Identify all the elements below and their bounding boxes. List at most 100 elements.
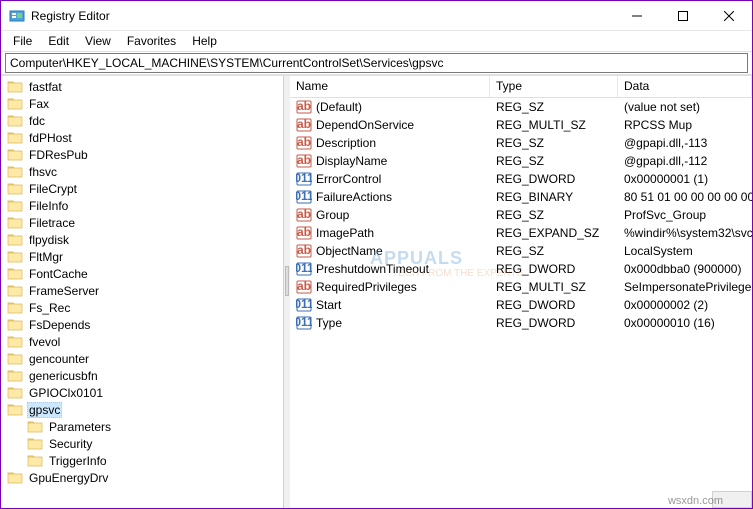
folder-icon bbox=[7, 250, 23, 264]
titlebar[interactable]: Registry Editor bbox=[1, 1, 752, 31]
value-row[interactable]: abGroupREG_SZProfSvc_Group bbox=[290, 206, 752, 224]
tree-item-label: FrameServer bbox=[27, 284, 101, 298]
tree-panel[interactable]: fastfatFax fdcfdPHostFDResPubfhsvcFileCry… bbox=[1, 76, 284, 508]
value-type: REG_EXPAND_SZ bbox=[490, 226, 618, 240]
tree-item-fontcache[interactable]: FontCache bbox=[5, 265, 283, 282]
folder-icon bbox=[7, 148, 23, 162]
menu-edit[interactable]: Edit bbox=[40, 32, 77, 50]
tree-item-triggerinfo[interactable]: TriggerInfo bbox=[25, 452, 283, 469]
tree-item-fsdepends[interactable]: FsDepends bbox=[5, 316, 283, 333]
folder-icon bbox=[7, 386, 23, 400]
tree-item-fdc[interactable]: fdc bbox=[5, 112, 283, 129]
folder-icon bbox=[7, 182, 23, 196]
tree-item-filecrypt[interactable]: FileCrypt bbox=[5, 180, 283, 197]
folder-icon bbox=[7, 403, 23, 417]
value-row[interactable]: 011FailureActionsREG_BINARY80 51 01 00 0… bbox=[290, 188, 752, 206]
tree-item-fax[interactable]: Fax bbox=[5, 95, 283, 112]
value-name: ObjectName bbox=[316, 244, 383, 258]
tree-item-fdrespub[interactable]: FDResPub bbox=[5, 146, 283, 163]
maximize-button[interactable] bbox=[660, 1, 706, 31]
minimize-button[interactable] bbox=[614, 1, 660, 31]
tree-item-fhsvc[interactable]: fhsvc bbox=[5, 163, 283, 180]
splitter-grip[interactable] bbox=[285, 266, 289, 296]
value-row[interactable]: abRequiredPrivilegesREG_MULTI_SZSeImpers… bbox=[290, 278, 752, 296]
value-type: REG_BINARY bbox=[490, 190, 618, 204]
binary-value-icon: 011 bbox=[296, 315, 312, 331]
string-value-icon: ab bbox=[296, 279, 312, 295]
value-type: REG_MULTI_SZ bbox=[490, 118, 618, 132]
menu-help[interactable]: Help bbox=[184, 32, 225, 50]
tree-item-fltmgr[interactable]: FltMgr bbox=[5, 248, 283, 265]
close-button[interactable] bbox=[706, 1, 752, 31]
tree-item-fs_rec[interactable]: Fs_Rec bbox=[5, 299, 283, 316]
tree-item-fvevol[interactable]: fvevol bbox=[5, 333, 283, 350]
binary-value-icon: 011 bbox=[296, 189, 312, 205]
tree-item-label: GPIOClx0101 bbox=[27, 386, 105, 400]
value-data: 0x00000001 (1) bbox=[618, 172, 752, 186]
value-row[interactable]: abObjectNameREG_SZLocalSystem bbox=[290, 242, 752, 260]
value-row[interactable]: abDependOnServiceREG_MULTI_SZRPCSS Mup bbox=[290, 116, 752, 134]
value-row[interactable]: 011PreshutdownTimeoutREG_DWORD0x000dbba0… bbox=[290, 260, 752, 278]
tree-item-label: Security bbox=[47, 437, 94, 451]
svg-text:ab: ab bbox=[297, 135, 311, 149]
tree-item-label: FontCache bbox=[27, 267, 90, 281]
value-row[interactable]: 011TypeREG_DWORD0x00000010 (16) bbox=[290, 314, 752, 332]
value-row[interactable]: 011StartREG_DWORD0x00000002 (2) bbox=[290, 296, 752, 314]
string-value-icon: ab bbox=[296, 243, 312, 259]
value-row[interactable]: abDisplayNameREG_SZ@gpapi.dll,-112 bbox=[290, 152, 752, 170]
value-row[interactable]: ab(Default)REG_SZ(value not set) bbox=[290, 98, 752, 116]
tree-item-fastfat[interactable]: fastfat bbox=[5, 78, 283, 95]
tree-item-flpydisk[interactable]: flpydisk bbox=[5, 231, 283, 248]
column-type[interactable]: Type bbox=[490, 76, 618, 97]
tree-item-gencounter[interactable]: gencounter bbox=[5, 350, 283, 367]
window-title: Registry Editor bbox=[31, 9, 614, 23]
menu-view[interactable]: View bbox=[77, 32, 119, 50]
tree-item-parameters[interactable]: Parameters bbox=[25, 418, 283, 435]
list-body[interactable]: ab(Default)REG_SZ(value not set)abDepend… bbox=[290, 98, 752, 508]
tree-item-gpuenergydrv[interactable]: GpuEnergyDrv bbox=[5, 469, 283, 486]
value-name: PreshutdownTimeout bbox=[316, 262, 429, 276]
folder-icon bbox=[7, 301, 23, 315]
tree-item-security[interactable]: Security bbox=[25, 435, 283, 452]
svg-text:011: 011 bbox=[296, 315, 312, 329]
svg-text:ab: ab bbox=[297, 99, 311, 113]
value-name: ErrorControl bbox=[316, 172, 381, 186]
scrollbar-horizontal[interactable] bbox=[712, 491, 752, 508]
value-name: Type bbox=[316, 316, 342, 330]
tree-item-fileinfo[interactable]: FileInfo bbox=[5, 197, 283, 214]
string-value-icon: ab bbox=[296, 225, 312, 241]
tree-item-label: FileInfo bbox=[27, 199, 70, 213]
folder-icon bbox=[7, 352, 23, 366]
value-row[interactable]: abImagePathREG_EXPAND_SZ%windir%\system3… bbox=[290, 224, 752, 242]
value-row[interactable]: abDescriptionREG_SZ@gpapi.dll,-113 bbox=[290, 134, 752, 152]
tree-item-label: TriggerInfo bbox=[47, 454, 109, 468]
menu-favorites[interactable]: Favorites bbox=[119, 32, 184, 50]
folder-icon bbox=[7, 369, 23, 383]
folder-icon bbox=[27, 420, 43, 434]
tree-item-gpsvc[interactable]: gpsvc bbox=[5, 401, 283, 418]
string-value-icon: ab bbox=[296, 153, 312, 169]
tree-item-label: gpsvc bbox=[27, 402, 62, 418]
column-name[interactable]: Name bbox=[290, 76, 490, 97]
svg-text:ab: ab bbox=[297, 279, 311, 293]
value-name: DisplayName bbox=[316, 154, 387, 168]
tree-item-filetrace[interactable]: Filetrace bbox=[5, 214, 283, 231]
column-data[interactable]: Data bbox=[618, 76, 752, 97]
tree-item-label: fdc bbox=[27, 114, 47, 128]
menu-file[interactable]: File bbox=[5, 32, 40, 50]
tree-item-label: GpuEnergyDrv bbox=[27, 471, 110, 485]
regedit-icon bbox=[9, 8, 25, 24]
address-input[interactable] bbox=[5, 53, 748, 73]
list-header: Name Type Data bbox=[290, 76, 752, 98]
string-value-icon: ab bbox=[296, 207, 312, 223]
tree-item-frameserver[interactable]: FrameServer bbox=[5, 282, 283, 299]
tree-item-gpioclx0101[interactable]: GPIOClx0101 bbox=[5, 384, 283, 401]
svg-text:ab: ab bbox=[297, 243, 311, 257]
tree-item-fdphost[interactable]: fdPHost bbox=[5, 129, 283, 146]
value-row[interactable]: 011ErrorControlREG_DWORD0x00000001 (1) bbox=[290, 170, 752, 188]
tree-item-genericusbfn[interactable]: genericusbfn bbox=[5, 367, 283, 384]
folder-icon bbox=[7, 165, 23, 179]
svg-text:ab: ab bbox=[297, 117, 311, 131]
value-data: LocalSystem bbox=[618, 244, 752, 258]
tree-item-label: fvevol bbox=[27, 335, 62, 349]
